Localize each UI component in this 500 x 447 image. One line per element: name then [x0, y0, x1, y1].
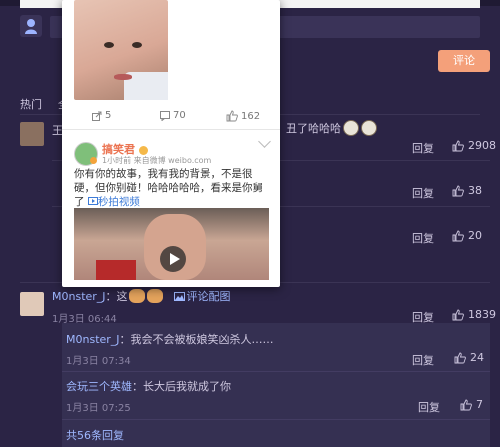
sub-reply: 会玩三个英雄：长大后我就成了你: [66, 378, 231, 394]
reply-thread-panel: M0nster_J：我会不会被板娘笑凶杀人…… 1月3日 07:34 回复 24…: [62, 323, 490, 447]
sub-reply-user[interactable]: 会玩三个英雄: [66, 380, 132, 393]
share-button[interactable]: 5: [92, 110, 111, 121]
laugh-emoji-icon: [361, 120, 377, 136]
comment-text: ：这: [105, 290, 128, 303]
row-separator: [62, 419, 490, 420]
sub-reply-text: ：长大后我就成了你: [132, 380, 231, 393]
like-count: 1839: [468, 308, 496, 321]
like-button[interactable]: 7: [460, 398, 483, 411]
like-button[interactable]: 38: [452, 184, 482, 197]
comments-button[interactable]: 70: [160, 110, 186, 121]
like-button[interactable]: 2908: [452, 139, 496, 152]
reply-button[interactable]: 回复: [412, 185, 434, 201]
video-link[interactable]: 秒拍视频: [87, 196, 140, 208]
comment-tail-text: 丑了哈哈哈: [286, 122, 341, 135]
commenter-avatar[interactable]: [20, 292, 44, 316]
comment-body: M0nster_J ：这 评论配图: [52, 288, 231, 304]
current-user-avatar[interactable]: [20, 15, 42, 37]
thumb-up-icon: [460, 399, 472, 410]
thumb-up-icon: [452, 309, 464, 320]
post-stats: 5 70 162: [62, 110, 280, 126]
comment-text-tail: 丑了哈哈哈: [286, 120, 377, 136]
image-link-text: 评论配图: [186, 290, 231, 303]
row-separator: [62, 371, 490, 372]
share-icon: [92, 111, 102, 121]
sub-reply-user[interactable]: M0nster_J: [66, 333, 120, 346]
thumb-up-icon: [452, 185, 464, 196]
comment-image-link[interactable]: 评论配图: [173, 288, 231, 304]
like-button[interactable]: 1839: [452, 308, 496, 321]
image-detail: [114, 74, 132, 80]
post-time-source: 1小时前 来自微博 weibo.com: [102, 156, 212, 165]
tab-hot[interactable]: 热门: [20, 96, 42, 112]
like-count: 38: [468, 184, 482, 197]
image-detail: [96, 260, 136, 280]
play-triangle: [170, 253, 180, 265]
video-thumbnail[interactable]: [74, 208, 269, 280]
reply-button[interactable]: 回复: [418, 399, 440, 415]
reply-button[interactable]: 回复: [412, 230, 434, 246]
like-button[interactable]: 24: [454, 351, 484, 364]
video-icon: [87, 197, 98, 205]
card-divider: [62, 129, 280, 130]
like-count: 2908: [468, 139, 496, 152]
thumb-up-icon: [452, 140, 464, 151]
like-count: 24: [470, 351, 484, 364]
sub-reply-timestamp: 1月3日 07:25: [66, 403, 131, 414]
verified-badge-icon: [90, 157, 97, 164]
sub-reply-text: ：我会不会被板娘笑凶杀人……: [119, 333, 274, 346]
vip-badge-icon: [138, 145, 148, 155]
quoted-post-popup[interactable]: 5 70 162 搞笑君 1小时前 来自微博 weibo.com 你有你的故事，…: [62, 0, 280, 287]
thumb-up-icon: [226, 110, 238, 122]
image-icon: [173, 291, 185, 301]
video-link-text: 秒拍视频: [97, 196, 140, 208]
like-count: 162: [241, 110, 261, 122]
sub-reply: M0nster_J：我会不会被板娘笑凶杀人……: [66, 331, 274, 347]
commenter-avatar[interactable]: [20, 122, 44, 146]
share-count: 5: [105, 110, 112, 121]
post-text: 你有你的故事，我有我的背景，不是很硬，但你别碰！哈哈哈哈哈，看来是你舅了 秒拍视…: [74, 167, 272, 209]
laugh-emoji-icon: [343, 120, 359, 136]
like-count: 20: [468, 229, 482, 242]
reply-button[interactable]: 回复: [412, 140, 434, 156]
like-button[interactable]: 20: [452, 229, 482, 242]
reply-button[interactable]: 回复: [412, 352, 434, 368]
like-count: 7: [476, 398, 483, 411]
image-detail: [132, 42, 142, 48]
more-replies-link[interactable]: 共56条回复: [66, 427, 124, 443]
image-detail: [104, 42, 114, 48]
thumb-up-icon: [452, 230, 464, 241]
commenter-name[interactable]: M0nster_J: [52, 290, 106, 303]
doge-emoji-icon: [128, 289, 145, 303]
like-button[interactable]: 162: [226, 110, 260, 122]
comment-submit-button[interactable]: 评论: [438, 50, 490, 72]
post-image-thumbnail[interactable]: [74, 0, 168, 100]
sub-reply-timestamp: 1月3日 07:34: [66, 356, 131, 367]
thumb-up-icon: [454, 352, 466, 363]
chevron-down-icon[interactable]: [258, 135, 271, 148]
doge-emoji-icon: [146, 289, 163, 303]
comment-icon: [160, 110, 170, 121]
user-icon: [25, 19, 37, 34]
comment-count: 70: [173, 110, 186, 121]
